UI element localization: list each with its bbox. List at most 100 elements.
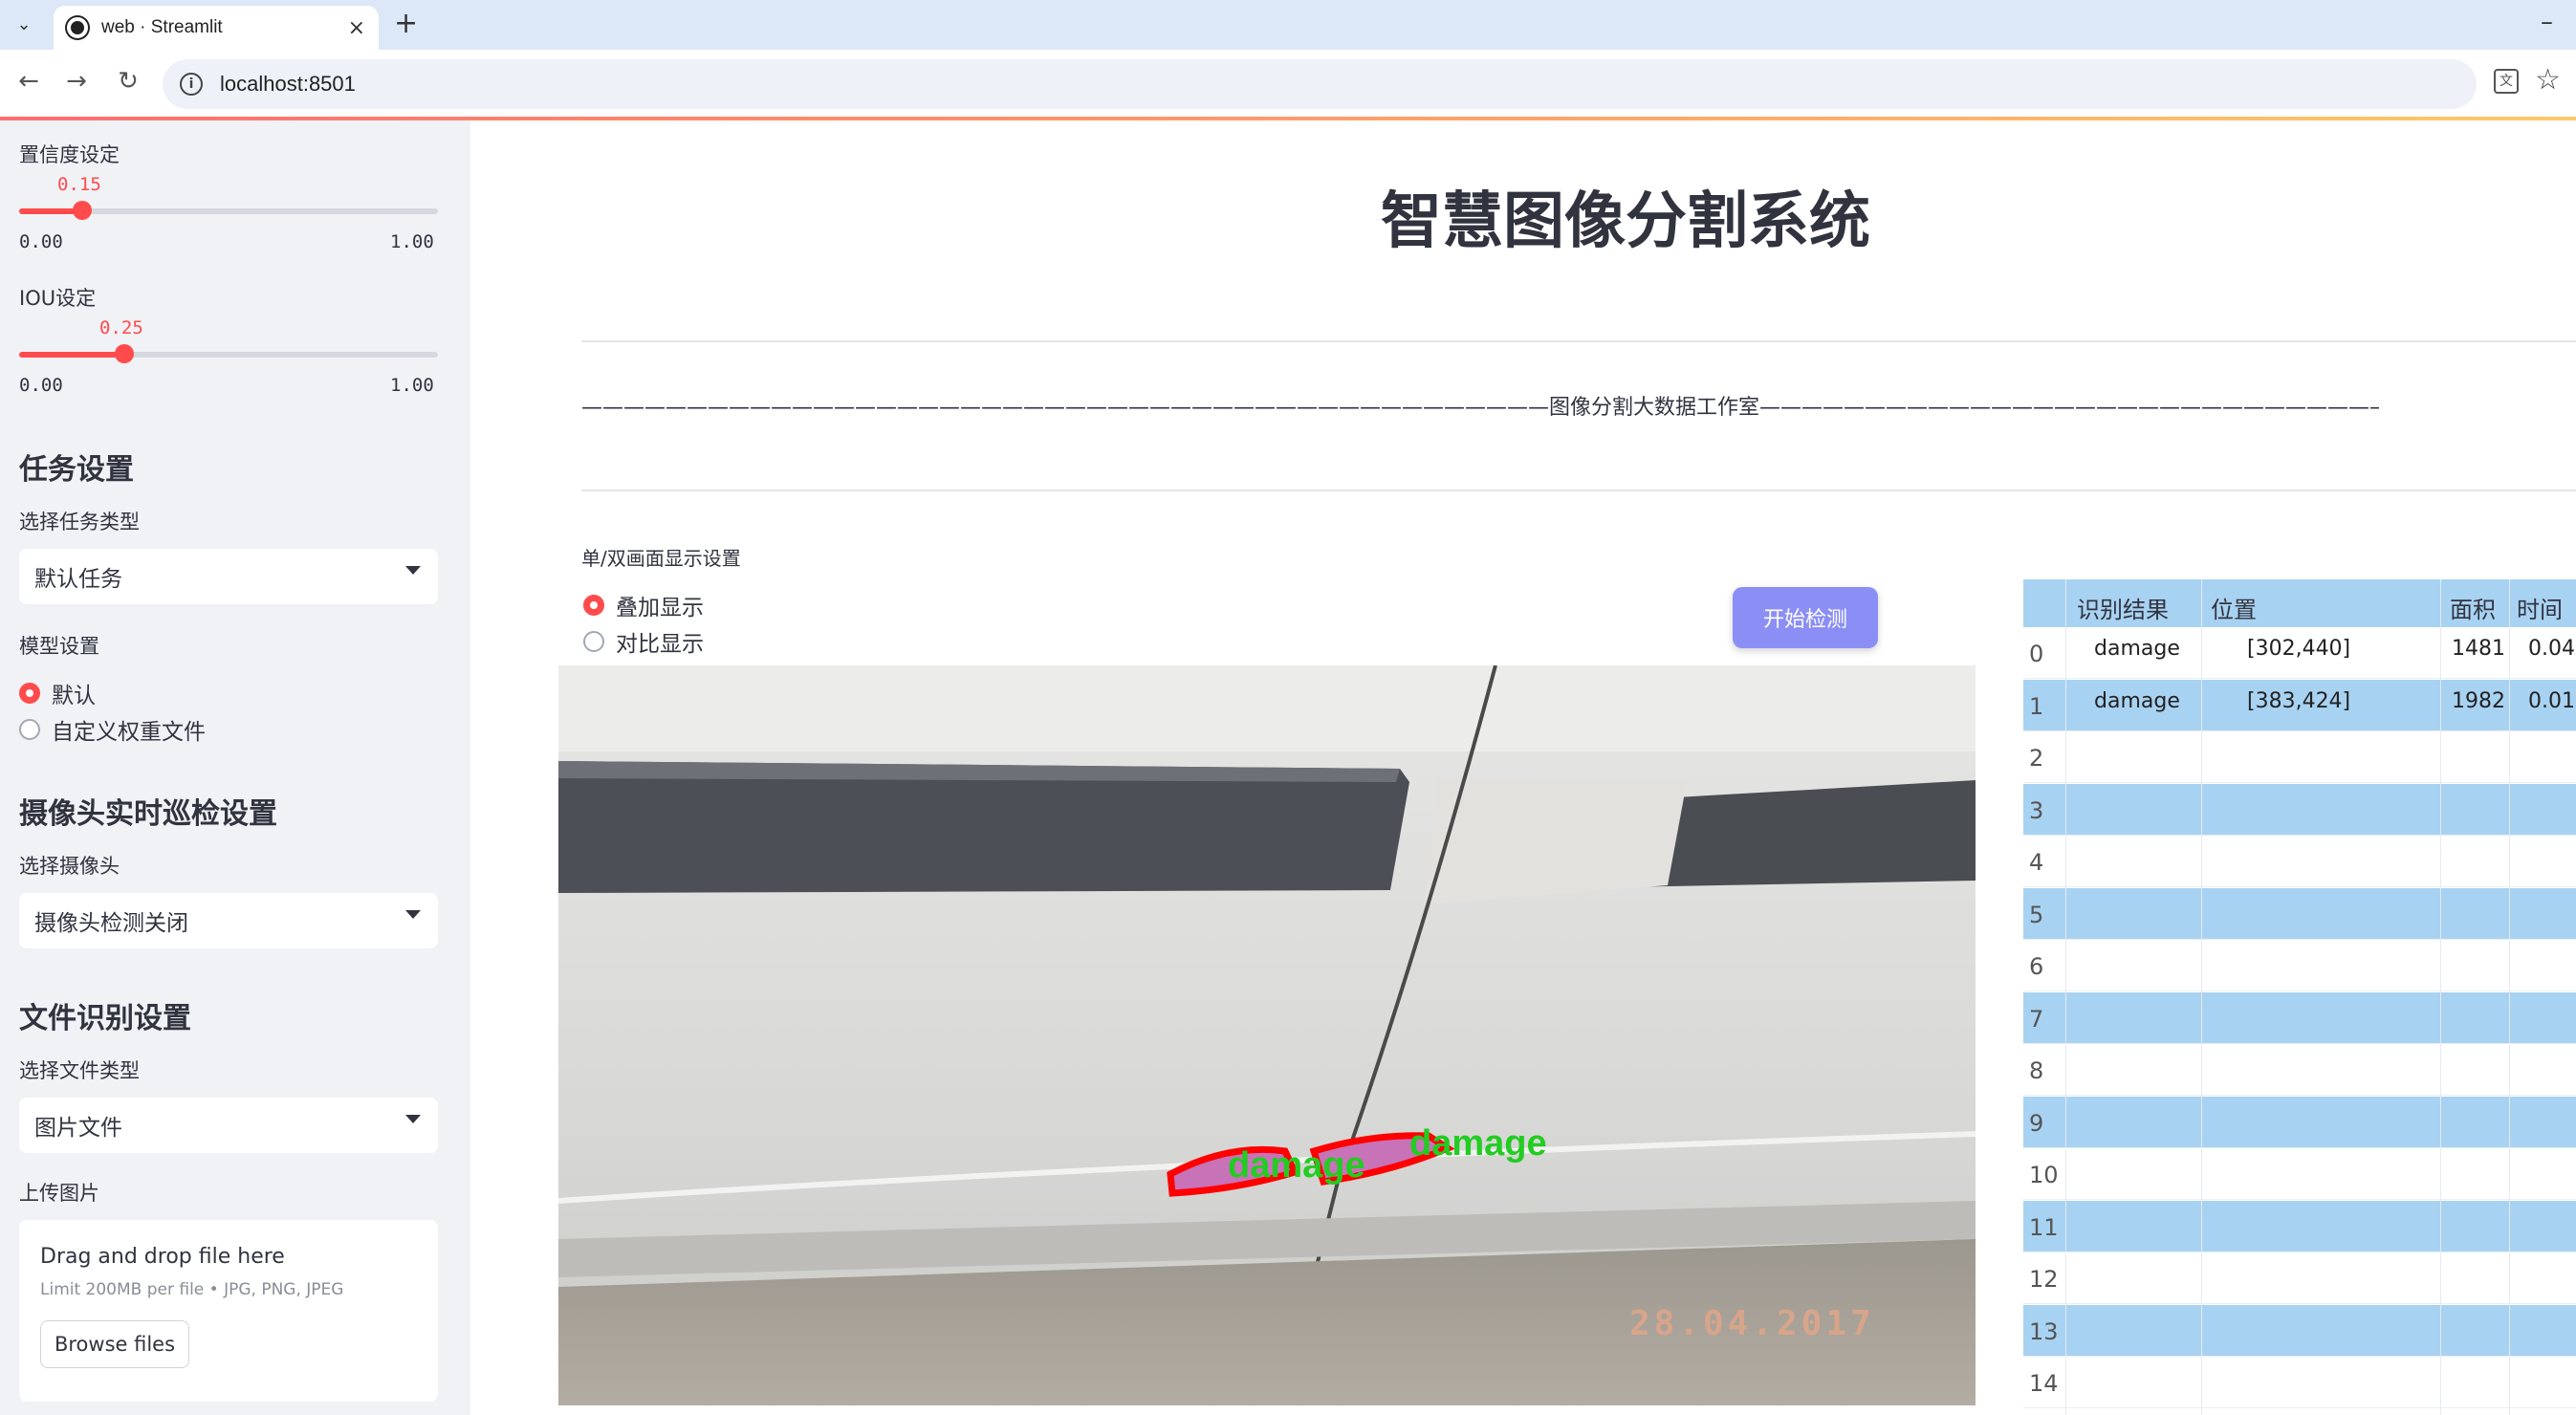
page-title: 智慧图像分割系统 [1381, 186, 1870, 257]
photo-date-stamp: 28.04.2017 [1629, 1304, 1875, 1343]
camera-section-title: 摄像头实时巡检设置 [19, 797, 277, 831]
model-settings-label: 模型设置 [19, 635, 99, 658]
table-row[interactable]: 9 [2023, 1096, 2576, 1148]
confidence-slider[interactable] [19, 201, 438, 220]
model-option-custom-label: 自定义权重文件 [52, 720, 206, 745]
cell-position: [302,440] [2247, 637, 2351, 661]
camera-selected: 摄像头检测关闭 [34, 911, 188, 936]
detection-label-2: damage [1409, 1123, 1547, 1164]
table-row[interactable]: 0 damage [302,440] 1481 0.04 [2023, 627, 2576, 679]
radio-selected-icon[interactable] [19, 683, 40, 704]
browser-tab[interactable]: web · Streamlit × [54, 6, 379, 50]
cell-result: damage [2094, 688, 2180, 713]
display-option-compare[interactable]: 对比显示 [583, 625, 704, 658]
table-row[interactable]: 3 [2023, 783, 2576, 836]
forward-arrow-icon[interactable]: → [59, 67, 94, 96]
translate-icon[interactable]: 文 [2494, 69, 2519, 94]
row-index: 13 [2029, 1317, 2059, 1345]
iou-slider-thumb[interactable] [114, 344, 134, 363]
radio-unselected-icon[interactable] [583, 631, 604, 652]
header-position[interactable]: 位置 [2211, 591, 2257, 624]
tab-close-icon[interactable]: × [348, 16, 365, 40]
task-type-label: 选择任务类型 [19, 511, 140, 533]
row-index: 3 [2029, 796, 2044, 824]
file-type-label: 选择文件类型 [19, 1059, 140, 1082]
model-option-custom[interactable]: 自定义权重文件 [19, 713, 206, 746]
table-row[interactable]: 11 [2023, 1200, 2576, 1252]
url-bar[interactable]: i localhost:8501 [163, 59, 2477, 109]
row-index: 6 [2029, 953, 2044, 980]
iou-slider-fill [19, 352, 124, 358]
confidence-min: 0.00 [19, 231, 63, 252]
iou-max: 1.00 [390, 375, 434, 396]
column-divider [2201, 579, 2202, 1415]
header-time[interactable]: 时间 [2517, 591, 2563, 624]
table-row[interactable]: 2 [2023, 731, 2576, 783]
file-type-select[interactable]: 图片文件 [19, 1098, 438, 1153]
confidence-value: 0.15 [57, 174, 101, 195]
window-minimize-icon[interactable]: – [2541, 8, 2553, 36]
file-type-selected: 图片文件 [34, 1116, 122, 1141]
site-info-icon[interactable]: i [180, 73, 203, 96]
cell-position: [383,424] [2247, 688, 2351, 713]
new-tab-plus-icon[interactable]: + [394, 8, 418, 40]
table-row[interactable]: 13 [2023, 1304, 2576, 1357]
table-row[interactable]: 1 damage [383,424] 1982 0.01 [2023, 679, 2576, 731]
radio-selected-icon[interactable] [583, 595, 604, 616]
start-detection-button[interactable]: 开始检测 [1733, 587, 1878, 648]
tab-title: web · Streamlit [101, 17, 223, 37]
column-divider [2065, 579, 2066, 1415]
cell-time: 0.01 [2528, 688, 2575, 713]
chevron-down-icon [405, 1115, 421, 1123]
back-arrow-icon[interactable]: ← [11, 67, 46, 96]
address-toolbar: ← → ↻ i localhost:8501 文 ☆ [0, 50, 2576, 119]
row-index: 7 [2029, 1005, 2044, 1033]
table-row[interactable]: 6 [2023, 940, 2576, 991]
task-type-select[interactable]: 默认任务 [19, 549, 438, 604]
iou-slider[interactable] [19, 344, 438, 363]
tab-search-chevron-icon[interactable]: ⌄ [10, 10, 38, 38]
model-option-default-label: 默认 [52, 684, 96, 708]
column-divider [2509, 579, 2510, 1415]
bookmark-star-icon[interactable]: ☆ [2535, 63, 2561, 97]
file-uploader-dropzone[interactable]: Drag and drop file here Limit 200MB per … [19, 1220, 438, 1402]
row-index: 11 [2029, 1213, 2059, 1241]
browser-tab-bar: ⌄ web · Streamlit × + – [0, 0, 2576, 50]
divider [581, 490, 2576, 491]
row-index: 10 [2029, 1162, 2059, 1188]
reload-icon[interactable]: ↻ [111, 67, 145, 96]
display-option-overlay[interactable]: 叠加显示 [583, 589, 704, 621]
display-option-compare-label: 对比显示 [616, 632, 704, 657]
iou-label: IOU设定 [19, 287, 97, 310]
row-index: 2 [2029, 745, 2044, 772]
header-result[interactable]: 识别结果 [2077, 591, 2169, 624]
row-index: 9 [2029, 1109, 2044, 1137]
upload-label: 上传图片 [19, 1182, 99, 1205]
table-row[interactable]: 12 [2023, 1252, 2576, 1304]
table-row[interactable]: 14 [2023, 1357, 2576, 1408]
table-row[interactable]: 4 [2023, 836, 2576, 887]
camera-select[interactable]: 摄像头检测关闭 [19, 893, 438, 948]
radio-unselected-icon[interactable] [19, 719, 40, 740]
table-row[interactable]: 10 [2023, 1148, 2576, 1200]
confidence-slider-thumb[interactable] [72, 201, 92, 220]
task-section-title: 任务设置 [19, 453, 134, 487]
cell-time: 0.04 [2528, 637, 2575, 661]
drag-drop-text: Drag and drop file here [40, 1245, 285, 1269]
table-row[interactable]: 5 [2023, 887, 2576, 940]
cell-area: 1982 [2452, 688, 2505, 713]
row-index: 5 [2029, 901, 2044, 928]
file-section-title: 文件识别设置 [19, 1002, 191, 1035]
display-mode-label: 单/双画面显示设置 [581, 547, 741, 570]
table-header: 识别结果 位置 面积 时间 [2023, 579, 2576, 627]
results-table[interactable]: 识别结果 位置 面积 时间 0 damage [302,440] 1481 0.04 1 d… [2023, 579, 2576, 1415]
model-option-default[interactable]: 默认 [19, 677, 96, 709]
browse-files-button[interactable]: Browse files [40, 1320, 189, 1368]
divider [581, 340, 2576, 342]
header-area[interactable]: 面积 [2450, 591, 2496, 624]
row-index: 4 [2029, 849, 2044, 876]
table-row[interactable]: 7 [2023, 991, 2576, 1044]
cell-area: 1481 [2452, 637, 2505, 661]
table-row[interactable]: 8 [2023, 1044, 2576, 1096]
row-index: 1 [2029, 692, 2044, 720]
